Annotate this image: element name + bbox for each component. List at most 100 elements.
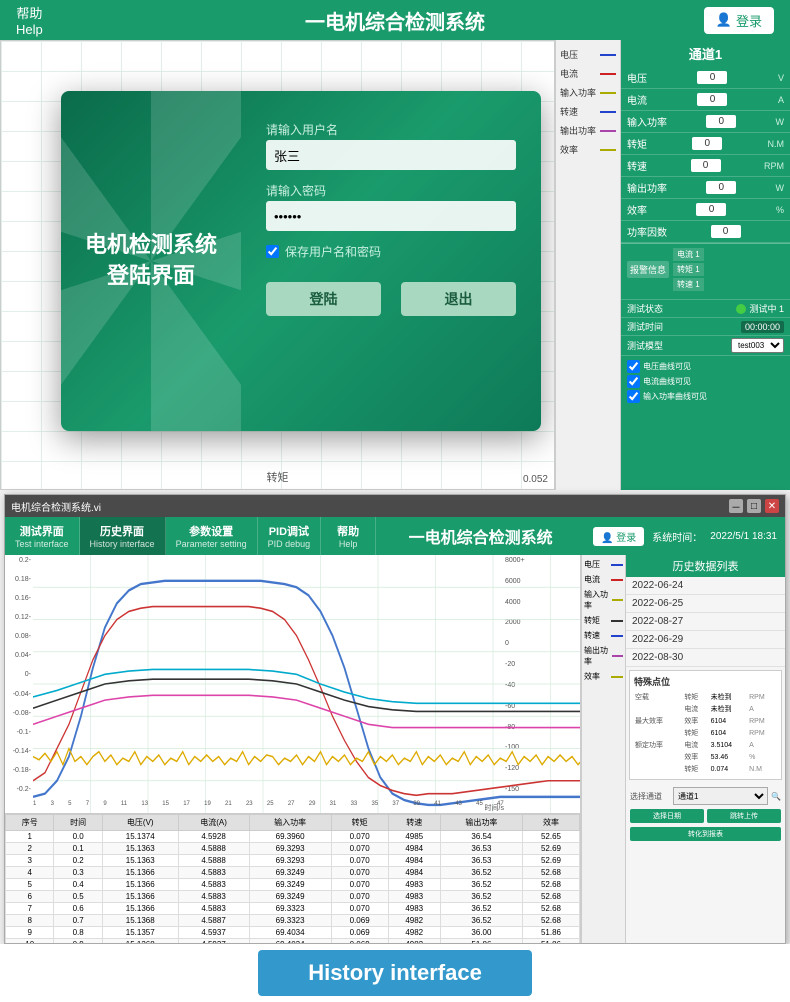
legend-torque: 转矩 [584, 615, 623, 626]
col-torque: 转矩 [331, 815, 388, 831]
app-login-button[interactable]: 👤 登录 [593, 527, 644, 546]
channel-title: 通道1 [621, 40, 790, 67]
export-report-button[interactable]: 转化到报表 [630, 827, 781, 841]
table-row: 40.315.13664.588369.32490.070498436.5252… [6, 867, 580, 879]
curve-voltage-checkbox[interactable] [627, 360, 640, 373]
history-right-panel: 历史数据列表 2022-06-24 2022-06-25 2022-08-27 … [625, 555, 785, 943]
legend-panel-top: 电压 电流 输入功率 转速 输出功率 效率 [555, 40, 620, 490]
channel-select-row: 选择通道 通道1 🔍 [630, 787, 781, 805]
bottom-label-area: History interface [0, 944, 790, 1002]
username-input[interactable] [266, 140, 516, 170]
history-list-title: 历史数据列表 [626, 555, 785, 577]
tab-parameter-setting[interactable]: 参数设置 Parameter setting [166, 517, 258, 555]
history-interface-label: History interface [258, 950, 532, 996]
remember-row: 保存用户名和密码 [266, 243, 516, 260]
legend-output-power: 输出功率 [584, 645, 623, 667]
top-chart-main: 电机检测系统登陆界面 请输入用户名 请输入密码 保存用户名和密码 [0, 40, 555, 490]
legend-input-power: 输入功率 [584, 589, 623, 611]
tab-pid-debug[interactable]: PID调试 PID debug [258, 517, 322, 555]
system-time-label: 系统时间： [652, 529, 702, 544]
minimize-button[interactable]: － [729, 499, 743, 513]
legend-panel-bottom: 电压 电流 输入功率 转矩 [581, 555, 625, 943]
history-item-5[interactable]: 2022-08-30 [626, 649, 785, 667]
channel-row-voltage: 电压 0 V [621, 67, 790, 89]
channel-select-label: 选择通道 [630, 791, 670, 802]
history-item-3[interactable]: 2022-08-27 [626, 613, 785, 631]
chart-area-bottom: 0.2- 0.18- 0.16- 0.12- 0.08- 0.04- 0- -0… [5, 555, 581, 943]
chart-svg [33, 555, 580, 813]
system-time-value: 2022/5/1 18:31 [710, 531, 777, 542]
legend-current: 电流 [584, 574, 623, 585]
history-item-4[interactable]: 2022-06-29 [626, 631, 785, 649]
curve-current-checkbox[interactable] [627, 375, 640, 388]
channel-row-speed: 转速 0 RPM [621, 155, 790, 177]
right-panel-bottom: 电压 电流 输入功率 转矩 [581, 555, 785, 943]
tab-history-interface[interactable]: 历史界面 History interface [80, 517, 166, 555]
y-axis-left: 0.2- 0.18- 0.16- 0.12- 0.08- 0.04- 0- -0… [5, 555, 33, 795]
channel-select[interactable]: 通道1 [673, 787, 768, 805]
top-login-button[interactable]: 👤 登录 [704, 7, 774, 34]
table-row: 30.215.13634.588869.32930.070498436.5352… [6, 855, 580, 867]
stats-row-max-efficiency: 最大效率 效率 6104 RPM [634, 715, 777, 727]
chart-canvas: 0.2- 0.18- 0.16- 0.12- 0.08- 0.04- 0- -0… [5, 555, 580, 813]
chart-xlabel: 转矩 [267, 469, 289, 485]
test-model-label: 测试模型 [627, 339, 663, 352]
upload-button[interactable]: 跳转上传 [707, 809, 781, 823]
password-input[interactable] [266, 201, 516, 231]
channel-row-output-power: 输出功率 0 W [621, 177, 790, 199]
alarm-item-torque: 转矩 1 [673, 263, 704, 276]
window-titlebar: 电机综合检测系统.vi － □ ✕ [5, 495, 785, 517]
curve-input-power-checkbox[interactable] [627, 390, 640, 403]
curve-checkboxes: 电压曲线可见 电流曲线可见 输入功率曲线可见 [621, 355, 790, 407]
login-cancel-button[interactable]: 退出 [401, 282, 516, 316]
history-item-1[interactable]: 2022-06-24 [626, 577, 785, 595]
help-button[interactable]: 帮助 Help [16, 3, 43, 37]
bottom-controls: 选择通道 通道1 🔍 选择日期 跳转上传 转化到报表 [626, 783, 785, 845]
stats-row-rated-power: 额定功率 电流 3.5104 A [634, 739, 777, 751]
col-number: 序号 [6, 815, 54, 831]
alarm-label: 报警信息 [627, 261, 669, 278]
legend-line-ip [612, 599, 623, 601]
legend-line-input-power [600, 92, 616, 94]
table-row: 20.115.13634.588869.32930.070498436.5352… [6, 843, 580, 855]
legend-item-current: 电流 [560, 67, 616, 80]
legend-line-t [611, 620, 623, 622]
username-field-group: 请输入用户名 [266, 121, 516, 170]
test-model-row: 测试模型 test003 [621, 335, 790, 355]
channel-row-efficiency: 效率 0 % [621, 199, 790, 221]
test-status-row: 测试状态 测试中 1 [621, 299, 790, 317]
table-row: 90.815.13574.593769.40340.069498236.0051… [6, 927, 580, 939]
top-header: 帮助 Help 一电机综合检测系统 👤 登录 [0, 0, 790, 40]
tab-help[interactable]: 帮助 Help [321, 517, 376, 555]
login-submit-button[interactable]: 登陆 [266, 282, 381, 316]
x-axis-labels: 1 3 5 7 9 11 13 15 17 19 21 23 2 [33, 795, 504, 813]
maximize-button[interactable]: □ [747, 499, 761, 513]
select-date-button[interactable]: 选择日期 [630, 809, 704, 823]
legend-line-current [600, 73, 616, 75]
col-efficiency: 效率 [523, 815, 580, 831]
curve-voltage: 电压曲线可见 [627, 360, 784, 373]
login-left-panel: 电机检测系统登陆界面 [61, 91, 241, 431]
window-frame: 电机综合检测系统.vi － □ ✕ 测试界面 Test interface 历史… [4, 494, 786, 944]
app-title-bottom: 一电机综合检测系统 [376, 517, 585, 555]
test-status-value: 测试中 1 [736, 302, 784, 315]
col-current: 电流(A) [178, 815, 249, 831]
legend-label: 电压 [560, 48, 578, 61]
legend-label: 转速 [560, 105, 578, 118]
remember-label: 保存用户名和密码 [285, 243, 381, 260]
tab-test-interface[interactable]: 测试界面 Test interface [5, 517, 80, 555]
login-right-panel: 请输入用户名 请输入密码 保存用户名和密码 登陆 退出 [241, 91, 541, 431]
legend-label: 电流 [560, 67, 578, 80]
close-button[interactable]: ✕ [765, 499, 779, 513]
stats-row-rated-efficiency: 效率 53.46 % [634, 751, 777, 763]
channel-row-torque: 转矩 0 N.M [621, 133, 790, 155]
col-input-power: 输入功率 [249, 815, 331, 831]
channel-row-current: 电流 0 A [621, 89, 790, 111]
remember-checkbox[interactable] [266, 245, 279, 258]
history-item-2[interactable]: 2022-06-25 [626, 595, 785, 613]
legend-voltage: 电压 [584, 559, 623, 570]
alarm-section: 报警信息 电流 1 转矩 1 转速 1 [621, 243, 790, 299]
login-buttons: 登陆 退出 [266, 282, 516, 316]
test-model-select[interactable]: test003 [731, 338, 784, 353]
legend-line-voltage [600, 54, 616, 56]
